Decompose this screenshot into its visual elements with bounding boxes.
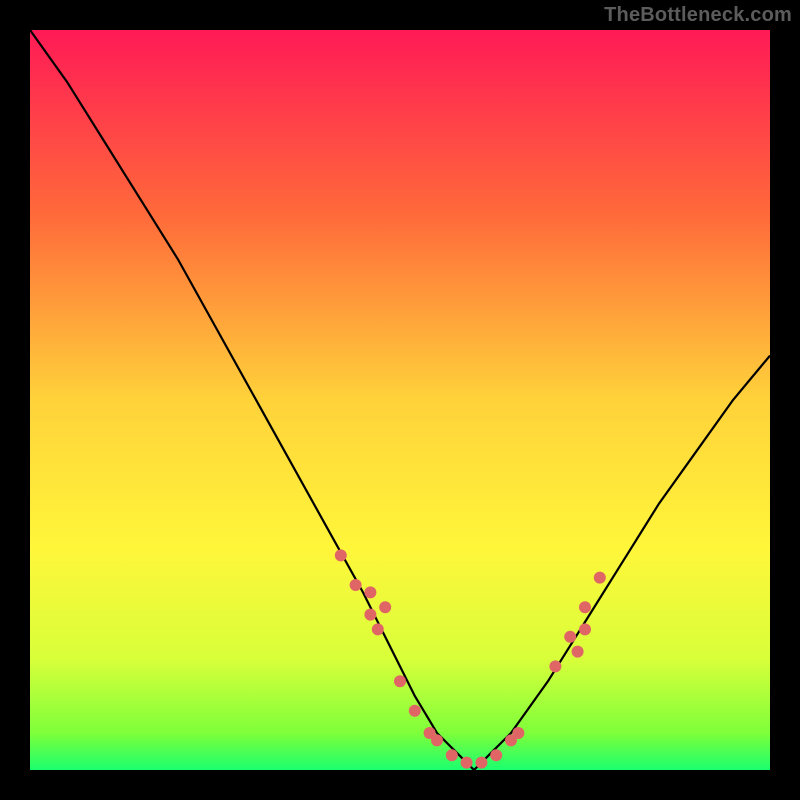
curve-point — [379, 601, 391, 613]
curve-point — [364, 609, 376, 621]
bottleneck-chart — [30, 30, 770, 770]
watermark-text: TheBottleneck.com — [604, 4, 792, 27]
curve-point — [335, 549, 347, 561]
curve-point — [364, 586, 376, 598]
chart-background — [30, 30, 770, 770]
curve-point — [446, 749, 458, 761]
curve-point — [431, 734, 443, 746]
chart-svg — [30, 30, 770, 770]
curve-point — [579, 623, 591, 635]
chart-frame: TheBottleneck.com — [0, 0, 800, 800]
curve-point — [564, 631, 576, 643]
curve-point — [579, 601, 591, 613]
curve-point — [475, 757, 487, 769]
curve-point — [409, 705, 421, 717]
curve-point — [594, 572, 606, 584]
curve-point — [350, 579, 362, 591]
curve-point — [372, 623, 384, 635]
curve-point — [490, 749, 502, 761]
curve-point — [572, 646, 584, 658]
curve-point — [461, 757, 473, 769]
curve-point — [394, 675, 406, 687]
curve-point — [549, 660, 561, 672]
curve-point — [512, 727, 524, 739]
